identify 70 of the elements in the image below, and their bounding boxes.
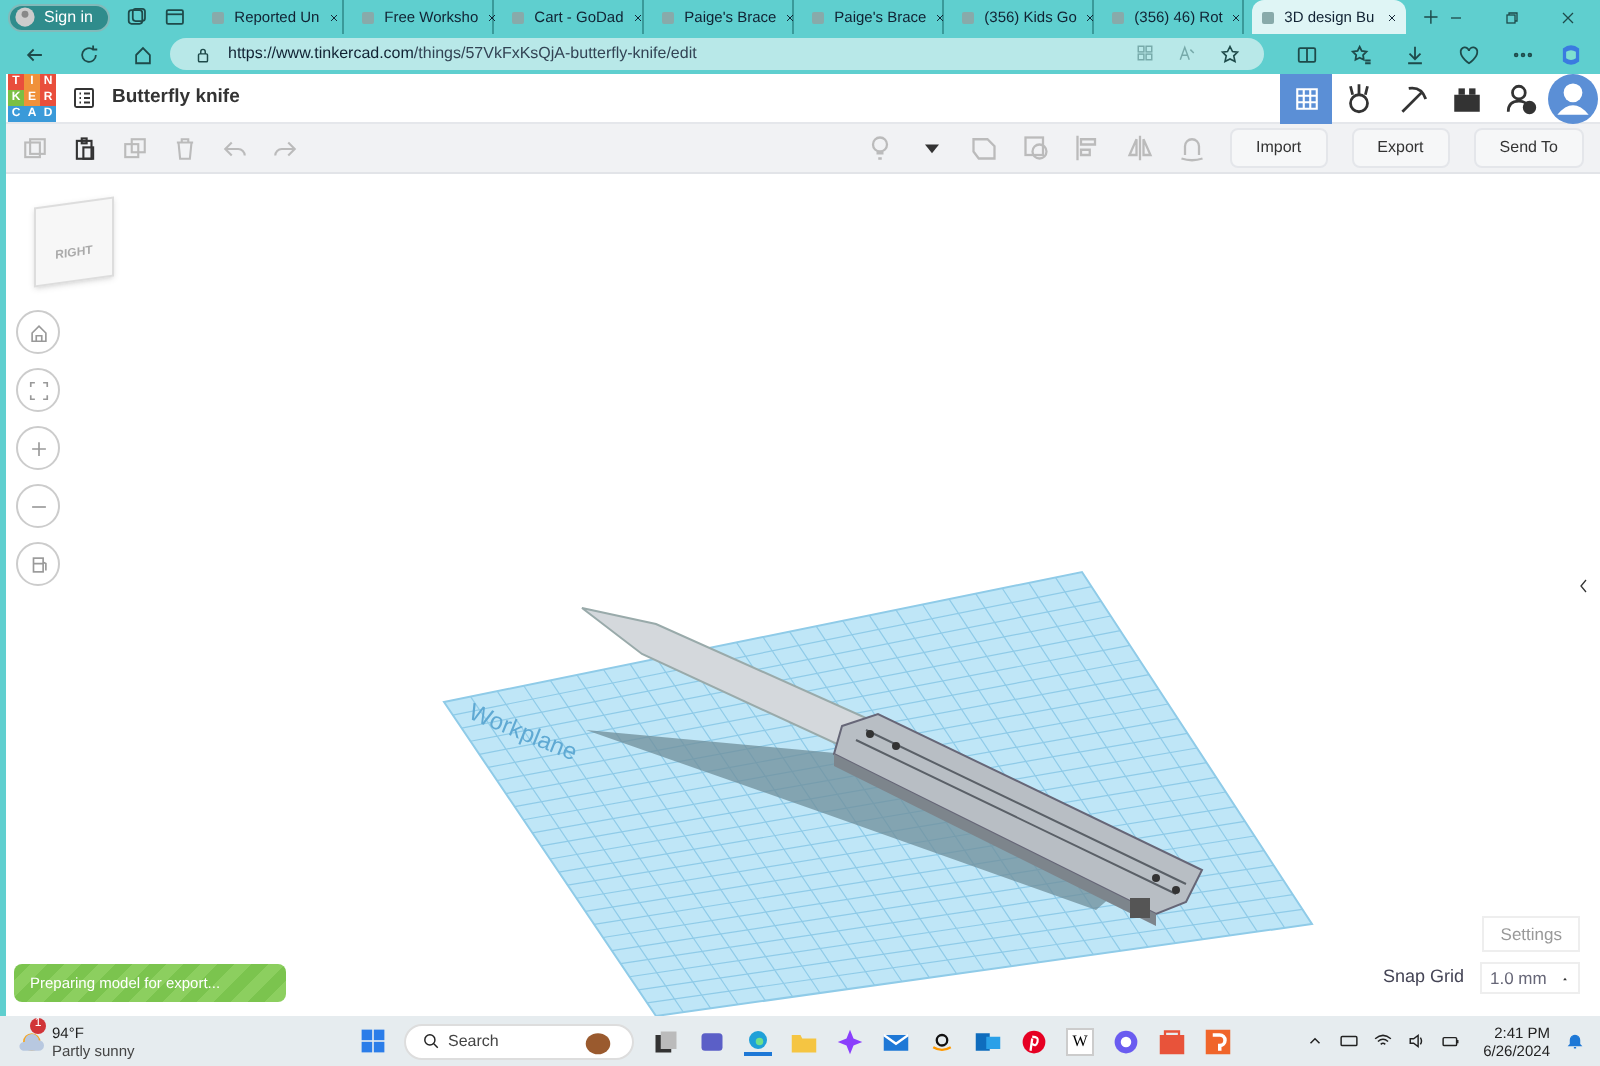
browser-icon[interactable]: [744, 1027, 772, 1055]
notification-bell-icon[interactable]: [1566, 1032, 1584, 1050]
app-icon[interactable]: [1204, 1027, 1232, 1055]
favorites-icon[interactable]: [1350, 43, 1372, 65]
star-icon[interactable]: [1220, 44, 1240, 64]
perspective-icon: [27, 553, 49, 575]
close-icon[interactable]: [1084, 11, 1097, 23]
wiki-app-icon[interactable]: W: [1066, 1027, 1094, 1055]
close-icon[interactable]: [784, 11, 797, 23]
caret-icon: [1560, 973, 1570, 983]
close-icon[interactable]: [1230, 11, 1243, 23]
search-field[interactable]: Search: [448, 1029, 568, 1053]
workspaces-icon[interactable]: [126, 6, 149, 28]
toolbar-button[interactable]: Export: [1351, 128, 1450, 168]
lock-icon: [194, 45, 212, 63]
toolbar-button[interactable]: Send To: [1473, 128, 1584, 168]
grid-view-button[interactable]: [1280, 73, 1332, 123]
page-icon: [360, 9, 377, 25]
pickaxe-icon[interactable]: [1396, 81, 1430, 115]
back-icon[interactable]: [24, 43, 46, 65]
wifi-icon[interactable]: [1373, 1032, 1392, 1050]
task-view-icon[interactable]: [652, 1027, 680, 1055]
page-icon: [660, 9, 677, 25]
heart-icon[interactable]: [1458, 43, 1480, 65]
perspective-button[interactable]: [16, 542, 60, 586]
battery-icon[interactable]: [1441, 1032, 1460, 1050]
zoom-in-icon: [27, 437, 49, 459]
address-bar[interactable]: https://www.tinkercad.com/things/57VkFxKsQjA-butterfly-knife/edit: [170, 38, 1264, 70]
list-icon[interactable]: [72, 86, 96, 110]
paste-icon[interactable]: [72, 135, 98, 161]
speaker-icon[interactable]: [1407, 1032, 1426, 1050]
search-bar[interactable]: Search: [404, 1023, 634, 1059]
close-icon[interactable]: [631, 11, 644, 23]
restore-icon[interactable]: [1504, 9, 1521, 25]
fit-view-icon: [27, 379, 49, 401]
split-screen-icon[interactable]: [1296, 43, 1318, 65]
close-icon[interactable]: [486, 11, 499, 23]
collapse-panel-icon[interactable]: [1576, 574, 1592, 598]
page-icon: [510, 9, 527, 25]
page-icon: [960, 9, 977, 25]
grid-icon: [1293, 85, 1319, 111]
snap-grid-label: Snap Grid: [1382, 964, 1464, 991]
gift-box-icon[interactable]: [1158, 1027, 1186, 1055]
page-icon: [210, 9, 227, 25]
page-icon: [1260, 9, 1277, 25]
url-text: https://www.tinkercad.com/things/57VkFxKsQjA-butterfly-knife/edit: [228, 42, 697, 66]
design-title[interactable]: Butterfly knife: [112, 83, 240, 113]
keyboard-icon[interactable]: [1339, 1032, 1358, 1050]
snap-grid-dropdown[interactable]: 1.0 mm: [1480, 962, 1580, 994]
sparkle-icon[interactable]: [836, 1027, 864, 1055]
search-icon: [422, 1032, 440, 1050]
home-view-icon: [27, 321, 49, 343]
refresh-icon[interactable]: [78, 43, 100, 65]
profile-button[interactable]: Sign in: [8, 3, 111, 31]
close-icon[interactable]: [934, 11, 947, 23]
new-tab-icon[interactable]: [1422, 8, 1441, 26]
page-icon: [1110, 9, 1127, 25]
home-icon[interactable]: [132, 43, 154, 65]
avatar-icon: [14, 6, 36, 28]
home-view-button[interactable]: [16, 310, 60, 354]
start-icon[interactable]: [360, 1028, 386, 1054]
downloads-icon[interactable]: [1404, 43, 1426, 65]
toolbar-button[interactable]: Import: [1229, 128, 1328, 168]
avatar-icon[interactable]: [1548, 73, 1598, 123]
close-icon[interactable]: [327, 11, 340, 23]
weather-icon[interactable]: [16, 1027, 44, 1055]
close-icon[interactable]: [1386, 11, 1399, 23]
add-user-icon[interactable]: [1504, 81, 1538, 115]
page-icon: [810, 9, 827, 25]
tab-actions-icon[interactable]: [164, 6, 187, 28]
